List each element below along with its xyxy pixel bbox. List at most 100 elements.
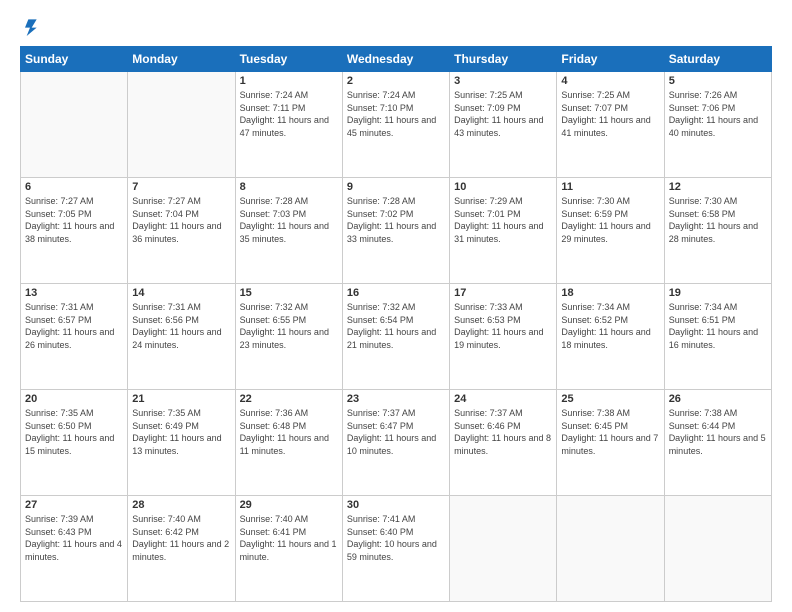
day-number: 27: [25, 499, 123, 511]
day-number: 7: [132, 181, 230, 193]
calendar-cell: [557, 496, 664, 602]
day-number: 16: [347, 287, 445, 299]
calendar-cell: 9 Sunrise: 7:28 AM Sunset: 7:02 PM Daylig…: [342, 178, 449, 284]
day-number: 13: [25, 287, 123, 299]
day-info: Sunrise: 7:37 AM Sunset: 6:46 PM Dayligh…: [454, 407, 552, 457]
day-number: 24: [454, 393, 552, 405]
calendar-cell: 30 Sunrise: 7:41 AM Sunset: 6:40 PM Dayli…: [342, 496, 449, 602]
day-info: Sunrise: 7:27 AM Sunset: 7:05 PM Dayligh…: [25, 195, 123, 245]
week-row-2: 6 Sunrise: 7:27 AM Sunset: 7:05 PM Daylig…: [21, 178, 772, 284]
day-number: 6: [25, 181, 123, 193]
day-info: Sunrise: 7:33 AM Sunset: 6:53 PM Dayligh…: [454, 301, 552, 351]
calendar-cell: 17Sunrise: 7:33 AM Sunset: 6:53 PM Dayli…: [450, 284, 557, 390]
day-number: 3: [454, 75, 552, 87]
calendar-cell: 16 Sunrise: 7:32 AM Sunset: 6:54 PM Dayli…: [342, 284, 449, 390]
day-info: Sunrise: 7:35 AM Sunset: 6:49 PM Dayligh…: [132, 407, 230, 457]
weekday-header-saturday: Saturday: [664, 47, 771, 72]
calendar-cell: 27 Sunrise: 7:39 AM Sunset: 6:43 PM Dayli…: [21, 496, 128, 602]
logo-icon: [20, 16, 40, 36]
day-number: 20: [25, 393, 123, 405]
calendar-cell: 6 Sunrise: 7:27 AM Sunset: 7:05 PM Daylig…: [21, 178, 128, 284]
calendar-cell: 8Sunrise: 7:28 AM Sunset: 7:03 PM Daylig…: [235, 178, 342, 284]
day-info: Sunrise: 7:41 AM Sunset: 6:40 PM Dayligh…: [347, 513, 445, 563]
weekday-header-monday: Monday: [128, 47, 235, 72]
day-number: 14: [132, 287, 230, 299]
day-info: Sunrise: 7:27 AM Sunset: 7:04 PM Dayligh…: [132, 195, 230, 245]
logo: [20, 16, 44, 36]
week-row-3: 13 Sunrise: 7:31 AM Sunset: 6:57 PM Dayli…: [21, 284, 772, 390]
weekday-header-wednesday: Wednesday: [342, 47, 449, 72]
day-info: Sunrise: 7:28 AM Sunset: 7:02 PM Dayligh…: [347, 195, 445, 245]
day-info: Sunrise: 7:38 AM Sunset: 6:45 PM Dayligh…: [561, 407, 659, 457]
calendar-cell: 13 Sunrise: 7:31 AM Sunset: 6:57 PM Dayli…: [21, 284, 128, 390]
calendar-cell: 11Sunrise: 7:30 AM Sunset: 6:59 PM Dayli…: [557, 178, 664, 284]
day-info: Sunrise: 7:30 AM Sunset: 6:58 PM Dayligh…: [669, 195, 767, 245]
calendar-cell: [450, 496, 557, 602]
calendar-cell: 26 Sunrise: 7:38 AM Sunset: 6:44 PM Dayli…: [664, 390, 771, 496]
calendar-table: SundayMondayTuesdayWednesdayThursdayFrid…: [20, 46, 772, 602]
calendar-cell: 28Sunrise: 7:40 AM Sunset: 6:42 PM Dayli…: [128, 496, 235, 602]
calendar-cell: 24 Sunrise: 7:37 AM Sunset: 6:46 PM Dayli…: [450, 390, 557, 496]
day-info: Sunrise: 7:34 AM Sunset: 6:51 PM Dayligh…: [669, 301, 767, 351]
weekday-header-thursday: Thursday: [450, 47, 557, 72]
day-info: Sunrise: 7:24 AM Sunset: 7:10 PM Dayligh…: [347, 89, 445, 139]
day-number: 21: [132, 393, 230, 405]
calendar-cell: [21, 72, 128, 178]
calendar-cell: 4Sunrise: 7:25 AM Sunset: 7:07 PM Daylig…: [557, 72, 664, 178]
calendar-cell: [128, 72, 235, 178]
day-info: Sunrise: 7:34 AM Sunset: 6:52 PM Dayligh…: [561, 301, 659, 351]
day-info: Sunrise: 7:29 AM Sunset: 7:01 PM Dayligh…: [454, 195, 552, 245]
day-info: Sunrise: 7:32 AM Sunset: 6:54 PM Dayligh…: [347, 301, 445, 351]
header: [20, 16, 772, 36]
calendar-cell: 23 Sunrise: 7:37 AM Sunset: 6:47 PM Dayli…: [342, 390, 449, 496]
week-row-5: 27 Sunrise: 7:39 AM Sunset: 6:43 PM Dayli…: [21, 496, 772, 602]
week-row-4: 20 Sunrise: 7:35 AM Sunset: 6:50 PM Dayli…: [21, 390, 772, 496]
calendar-cell: 7 Sunrise: 7:27 AM Sunset: 7:04 PM Daylig…: [128, 178, 235, 284]
day-info: Sunrise: 7:32 AM Sunset: 6:55 PM Dayligh…: [240, 301, 338, 351]
calendar-cell: 29Sunrise: 7:40 AM Sunset: 6:41 PM Dayli…: [235, 496, 342, 602]
day-number: 23: [347, 393, 445, 405]
calendar-cell: 3 Sunrise: 7:25 AM Sunset: 7:09 PM Daylig…: [450, 72, 557, 178]
weekday-header-row: SundayMondayTuesdayWednesdayThursdayFrid…: [21, 47, 772, 72]
day-number: 18: [561, 287, 659, 299]
day-number: 9: [347, 181, 445, 193]
day-number: 30: [347, 499, 445, 511]
day-number: 4: [561, 75, 659, 87]
day-number: 12: [669, 181, 767, 193]
calendar-cell: 25 Sunrise: 7:38 AM Sunset: 6:45 PM Dayli…: [557, 390, 664, 496]
calendar-cell: 21 Sunrise: 7:35 AM Sunset: 6:49 PM Dayli…: [128, 390, 235, 496]
day-info: Sunrise: 7:31 AM Sunset: 6:57 PM Dayligh…: [25, 301, 123, 351]
day-number: 10: [454, 181, 552, 193]
day-number: 2: [347, 75, 445, 87]
day-number: 15: [240, 287, 338, 299]
day-info: Sunrise: 7:35 AM Sunset: 6:50 PM Dayligh…: [25, 407, 123, 457]
weekday-header-sunday: Sunday: [21, 47, 128, 72]
day-info: Sunrise: 7:38 AM Sunset: 6:44 PM Dayligh…: [669, 407, 767, 457]
calendar-cell: 12 Sunrise: 7:30 AM Sunset: 6:58 PM Dayli…: [664, 178, 771, 284]
calendar-cell: 2 Sunrise: 7:24 AM Sunset: 7:10 PM Daylig…: [342, 72, 449, 178]
day-number: 26: [669, 393, 767, 405]
day-number: 19: [669, 287, 767, 299]
day-info: Sunrise: 7:39 AM Sunset: 6:43 PM Dayligh…: [25, 513, 123, 563]
day-info: Sunrise: 7:36 AM Sunset: 6:48 PM Dayligh…: [240, 407, 338, 457]
calendar-cell: 15 Sunrise: 7:32 AM Sunset: 6:55 PM Dayli…: [235, 284, 342, 390]
day-number: 1: [240, 75, 338, 87]
page: SundayMondayTuesdayWednesdayThursdayFrid…: [0, 0, 792, 612]
day-info: Sunrise: 7:28 AM Sunset: 7:03 PM Dayligh…: [240, 195, 338, 245]
weekday-header-friday: Friday: [557, 47, 664, 72]
calendar-cell: 5 Sunrise: 7:26 AM Sunset: 7:06 PM Daylig…: [664, 72, 771, 178]
day-number: 29: [240, 499, 338, 511]
day-number: 11: [561, 181, 659, 193]
calendar-cell: 1Sunrise: 7:24 AM Sunset: 7:11 PM Daylig…: [235, 72, 342, 178]
day-info: Sunrise: 7:26 AM Sunset: 7:06 PM Dayligh…: [669, 89, 767, 139]
day-info: Sunrise: 7:25 AM Sunset: 7:09 PM Dayligh…: [454, 89, 552, 139]
day-number: 28: [132, 499, 230, 511]
day-number: 22: [240, 393, 338, 405]
calendar-cell: 10 Sunrise: 7:29 AM Sunset: 7:01 PM Dayli…: [450, 178, 557, 284]
day-info: Sunrise: 7:37 AM Sunset: 6:47 PM Dayligh…: [347, 407, 445, 457]
day-number: 25: [561, 393, 659, 405]
calendar-cell: 14 Sunrise: 7:31 AM Sunset: 6:56 PM Dayli…: [128, 284, 235, 390]
day-info: Sunrise: 7:31 AM Sunset: 6:56 PM Dayligh…: [132, 301, 230, 351]
weekday-header-tuesday: Tuesday: [235, 47, 342, 72]
day-number: 5: [669, 75, 767, 87]
